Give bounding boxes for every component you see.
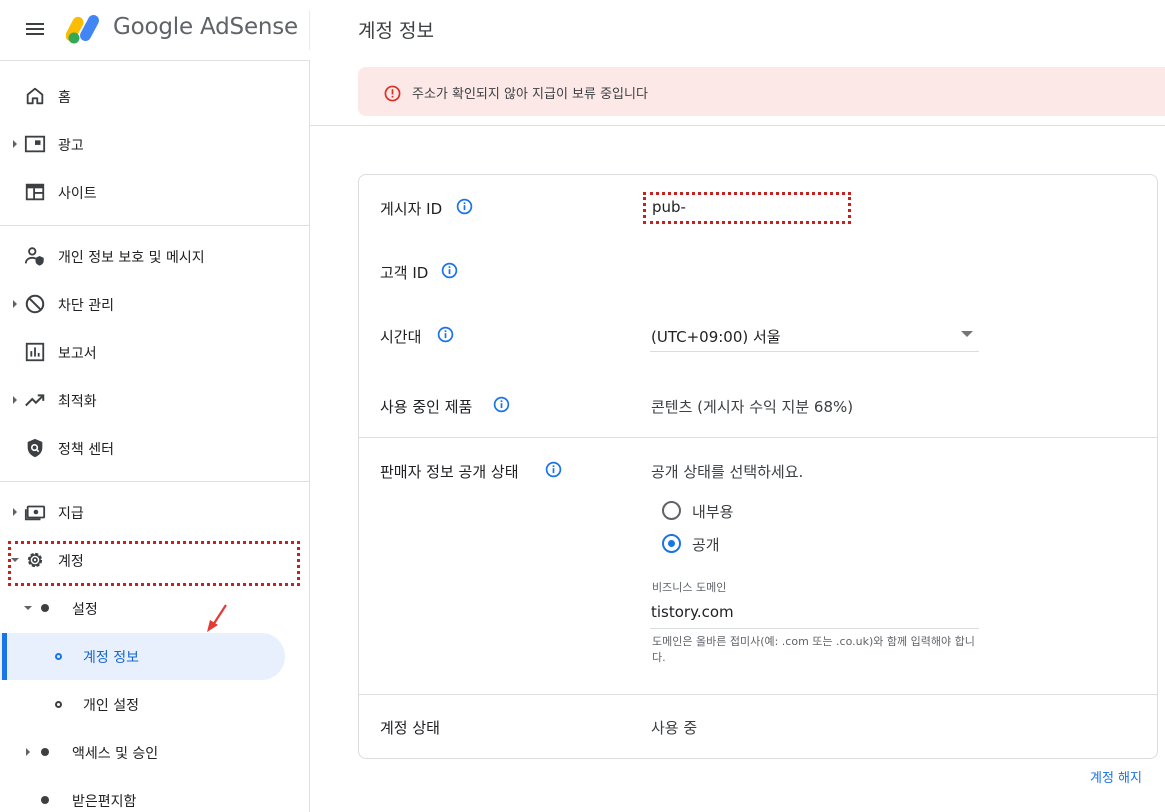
seller-visibility-prompt: 공개 상태를 선택하세요. <box>651 463 804 481</box>
divider <box>310 125 1165 126</box>
info-icon[interactable] <box>493 396 510 413</box>
highlight-annotation <box>8 541 300 586</box>
input-underline <box>650 628 979 629</box>
caret-right-icon <box>13 396 17 404</box>
hamburger-menu-icon[interactable] <box>24 20 46 38</box>
sidebar-item-label: 광고 <box>58 138 84 154</box>
info-icon[interactable] <box>437 326 454 343</box>
sidebar-item-policy-center[interactable]: 정책 센터 <box>0 426 309 470</box>
header-divider <box>309 10 310 50</box>
products-value: 콘텐츠 (게시자 수익 지분 68%) <box>651 398 854 416</box>
business-domain-input[interactable]: tistory.com <box>651 603 734 621</box>
sidebar-item-label: 받은편지함 <box>72 794 137 810</box>
sidebar-item-label: 지급 <box>58 506 84 522</box>
reports-icon <box>25 342 45 362</box>
sidebar-item-payments[interactable]: 지급 <box>0 490 309 534</box>
sidebar-item-optimization[interactable]: 최적화 <box>0 378 309 422</box>
app-name[interactable]: Google AdSense <box>113 14 298 40</box>
sidebar-item-label: 정책 센터 <box>58 442 114 458</box>
caret-right-icon <box>13 300 17 308</box>
sidebar-subitem-account-info[interactable]: 계정 정보 <box>0 634 309 678</box>
divider <box>359 694 1157 695</box>
sidebar-subitem-access-authorization[interactable]: 액세스 및 승인 <box>0 730 309 774</box>
privacy-messaging-icon <box>24 247 44 266</box>
bullet-dot-icon <box>41 796 49 804</box>
sidebar-subitem-settings[interactable]: 설정 <box>0 586 309 630</box>
sidebar-item-sites[interactable]: 사이트 <box>0 170 309 214</box>
caret-down-icon <box>24 606 32 610</box>
sidebar-item-blocking-controls[interactable]: 차단 관리 <box>0 282 309 326</box>
domain-helper-text: 도메인은 올바른 접미사(예: .com 또는 .co.uk)와 함께 입력해야… <box>652 635 975 664</box>
seller-info-label: 판매자 정보 공개 상태 <box>380 463 519 481</box>
caret-right-icon <box>13 508 17 516</box>
publisher-id-label: 게시자 ID <box>380 200 443 218</box>
domain-field-caption: 비즈니스 도메인 <box>652 581 727 594</box>
sidebar-item-label: 개인 설정 <box>83 698 139 714</box>
info-icon[interactable] <box>441 262 458 279</box>
red-arrow-annotation-icon <box>207 604 227 632</box>
account-status-value: 사용 중 <box>651 719 698 737</box>
sidebar-item-label: 홈 <box>58 90 71 106</box>
bullet-dot-icon <box>41 604 49 612</box>
radio-label[interactable]: 공개 <box>692 534 720 555</box>
sidebar-subitem-inbox[interactable]: 받은편지함 <box>0 778 309 812</box>
caret-right-icon <box>13 140 17 148</box>
divider <box>0 60 310 61</box>
sidebar-item-label: 차단 관리 <box>58 298 114 314</box>
policy-shield-icon <box>27 438 43 458</box>
divider <box>359 437 1157 438</box>
sidebar-divider <box>0 481 309 482</box>
info-icon[interactable] <box>545 461 562 478</box>
radio-label[interactable]: 내부용 <box>692 501 733 522</box>
sidebar-item-label: 계정 정보 <box>83 650 139 666</box>
sidebar-item-label: 사이트 <box>58 186 97 202</box>
sidebar-item-label: 개인 정보 보호 및 메시지 <box>58 250 205 266</box>
home-icon <box>26 87 44 105</box>
sidebar-item-label: 설정 <box>72 602 98 618</box>
ads-icon <box>24 135 46 153</box>
sidebar-item-ads[interactable]: 광고 <box>0 122 309 166</box>
sidebar-border <box>309 60 310 812</box>
sidebar-item-reports[interactable]: 보고서 <box>0 330 309 374</box>
alert-message: 주소가 확인되지 않아 지급이 보류 중입니다 <box>412 87 648 102</box>
sidebar-item-label: 액세스 및 승인 <box>72 746 159 762</box>
customer-id-label: 고객 ID <box>380 264 429 282</box>
account-status-label: 계정 상태 <box>380 719 440 737</box>
adsense-logo-icon[interactable] <box>66 12 102 44</box>
select-underline <box>650 351 979 352</box>
radio-public[interactable] <box>662 534 681 553</box>
timezone-select[interactable]: (UTC+09:00) 서울 <box>651 326 781 347</box>
sites-icon <box>25 183 45 201</box>
page-title: 계정 정보 <box>358 20 434 42</box>
sidebar-subitem-personal-settings[interactable]: 개인 설정 <box>0 682 309 726</box>
dropdown-arrow-icon[interactable] <box>961 331 973 337</box>
highlight-annotation <box>643 192 851 224</box>
payments-icon <box>24 505 46 521</box>
sidebar-item-label: 보고서 <box>58 346 97 362</box>
sidebar-divider <box>0 225 309 226</box>
error-circle-icon <box>384 85 401 102</box>
sidebar-item-privacy-messaging[interactable]: 개인 정보 보호 및 메시지 <box>0 234 309 278</box>
bullet-dot-icon <box>41 748 49 756</box>
close-account-link[interactable]: 계정 해지 <box>1090 767 1142 786</box>
caret-right-icon <box>26 748 30 756</box>
sidebar-item-label: 최적화 <box>58 394 97 410</box>
products-label: 사용 중인 제품 <box>380 398 473 416</box>
radio-internal[interactable] <box>662 501 681 520</box>
info-icon[interactable] <box>456 198 473 215</box>
sidebar-item-home[interactable]: 홈 <box>0 74 309 118</box>
block-icon <box>25 294 45 314</box>
timezone-label: 시간대 <box>380 328 422 346</box>
bullet-ring-icon <box>55 653 62 660</box>
radio-selected-dot <box>668 540 675 547</box>
bullet-ring-icon <box>55 701 62 708</box>
trending-up-icon <box>25 394 45 407</box>
